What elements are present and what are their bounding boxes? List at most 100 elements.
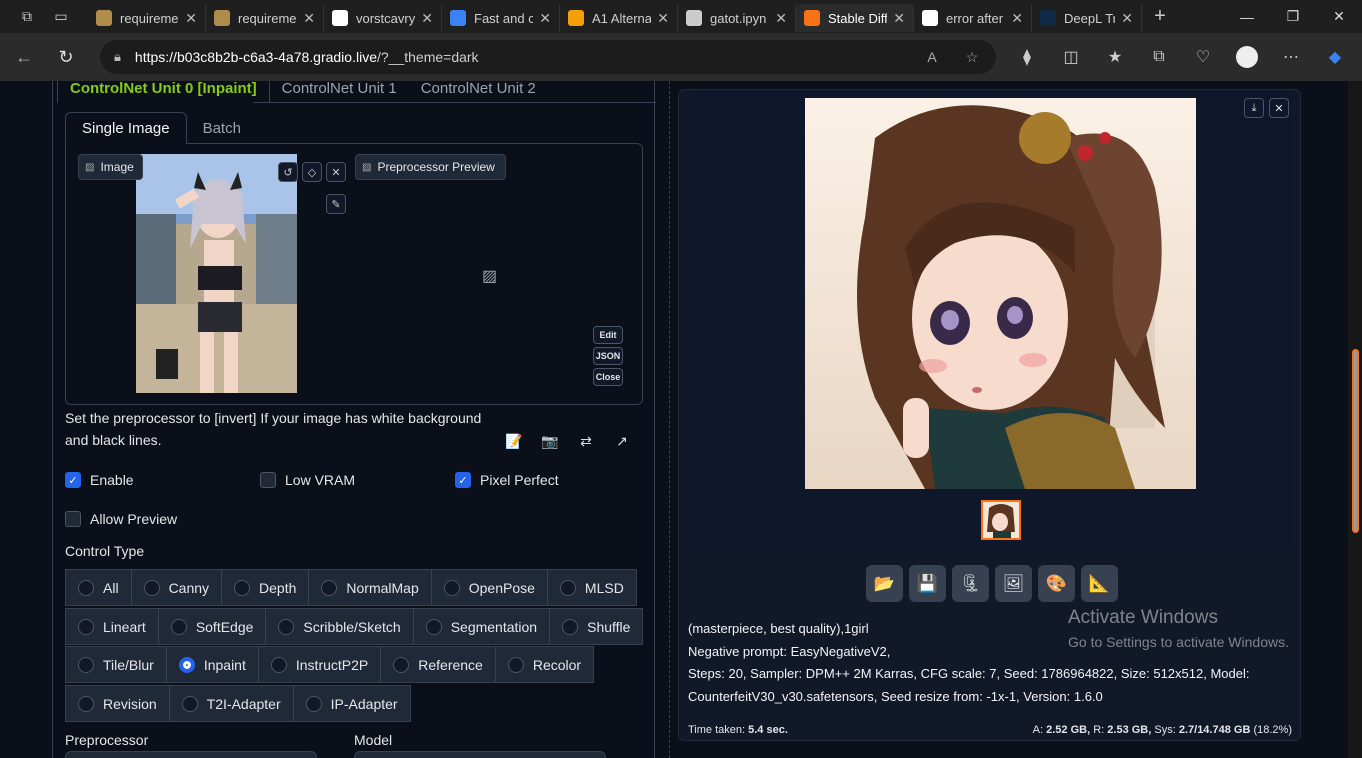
browser-tab[interactable]: vorstcavry ✕ xyxy=(324,4,442,32)
undo-button[interactable]: ↺ xyxy=(278,162,298,182)
tab-actions-icon[interactable]: ▭ xyxy=(44,3,78,31)
save-button[interactable]: 💾 xyxy=(909,565,946,602)
edit-button[interactable]: Edit xyxy=(593,326,623,344)
generated-image[interactable] xyxy=(805,98,1196,489)
radio-dot[interactable] xyxy=(78,695,94,712)
control-type-option[interactable]: SoftEdge xyxy=(157,608,267,645)
collections-icon[interactable]: ⧉ xyxy=(1140,40,1178,74)
low-vram-checkbox-box[interactable] xyxy=(260,472,276,488)
copilot-icon[interactable]: ◆ xyxy=(1316,40,1354,74)
close-tab-icon[interactable]: ✕ xyxy=(1121,10,1133,27)
browser-tab[interactable]: A1 Alterna ✕ xyxy=(560,4,678,32)
back-icon[interactable]: ← xyxy=(6,39,42,75)
lock-icon[interactable]: 🔒︎ xyxy=(114,49,121,65)
tab-controlnet-unit-1[interactable]: ControlNet Unit 1 xyxy=(270,81,409,103)
radio-dot[interactable] xyxy=(507,656,524,673)
radio-dot[interactable] xyxy=(143,579,160,596)
low-vram-checkbox[interactable]: Low VRAM xyxy=(260,472,355,488)
close-tab-icon[interactable]: ✕ xyxy=(657,10,669,27)
browser-tab[interactable]: error after ✕ xyxy=(914,4,1032,32)
allow-preview-checkbox-box[interactable] xyxy=(65,511,81,527)
extensions-icon[interactable]: ⧫ xyxy=(1008,40,1046,74)
allow-preview-checkbox[interactable]: Allow Preview xyxy=(65,511,177,527)
send-dimensions-icon[interactable]: ↗ xyxy=(611,430,633,452)
control-type-option[interactable]: Lineart xyxy=(65,608,159,645)
radio-dot[interactable] xyxy=(443,579,460,596)
browser-tab[interactable]: DeepL Tra ✕ xyxy=(1032,4,1142,32)
radio-dot[interactable] xyxy=(170,618,187,635)
browser-tab[interactable]: Fast and c ✕ xyxy=(442,4,560,32)
profile-avatar[interactable] xyxy=(1228,40,1266,74)
enable-checkbox-box[interactable]: ✓ xyxy=(65,472,81,488)
send-to-inpaint-button[interactable]: 🎨 xyxy=(1038,565,1075,602)
close-tab-icon[interactable]: ✕ xyxy=(893,10,905,27)
control-type-option[interactable]: Shuffle xyxy=(549,608,644,645)
workspaces-icon[interactable]: ⧉ xyxy=(10,3,44,31)
radio-dot[interactable] xyxy=(278,618,295,635)
control-type-option[interactable]: T2I-Adapter xyxy=(168,685,294,722)
browser-tab[interactable]: requireme ✕ xyxy=(206,4,324,32)
open-folder-button[interactable]: 📂 xyxy=(866,565,903,602)
radio-dot[interactable] xyxy=(78,579,94,596)
enable-checkbox[interactable]: ✓ Enable xyxy=(65,472,134,488)
control-type-option[interactable]: Segmentation xyxy=(412,608,551,645)
close-gallery-icon[interactable]: ✕ xyxy=(1269,98,1289,118)
control-type-option[interactable]: Reference xyxy=(380,646,496,683)
control-type-option[interactable]: OpenPose xyxy=(430,569,548,606)
radio-dot[interactable] xyxy=(559,579,576,596)
radio-dot[interactable] xyxy=(178,656,195,673)
refresh-icon[interactable]: ↻ xyxy=(48,39,84,75)
control-type-option[interactable]: Revision xyxy=(65,685,170,722)
tab-controlnet-unit-2[interactable]: ControlNet Unit 2 xyxy=(409,81,548,103)
model-dropdown[interactable] xyxy=(354,751,606,758)
close-tab-icon[interactable]: ✕ xyxy=(539,10,551,27)
gallery-thumbnail[interactable] xyxy=(981,500,1021,540)
minimize-icon[interactable]: — xyxy=(1224,0,1270,33)
control-type-option[interactable]: Recolor xyxy=(494,646,595,683)
control-type-option[interactable]: InstructP2P xyxy=(257,646,382,683)
pixel-perfect-checkbox-box[interactable]: ✓ xyxy=(455,472,471,488)
json-button[interactable]: JSON xyxy=(593,347,623,365)
camera-icon[interactable]: 📷 xyxy=(539,430,561,452)
close-tab-icon[interactable]: ✕ xyxy=(775,10,787,27)
input-image[interactable] xyxy=(136,154,297,393)
send-to-extras-button[interactable]: 📐 xyxy=(1081,565,1118,602)
more-menu-icon[interactable]: ⋯ xyxy=(1272,40,1310,74)
control-type-option[interactable]: NormalMap xyxy=(308,569,432,606)
radio-dot[interactable] xyxy=(393,656,410,673)
close-tab-icon[interactable]: ✕ xyxy=(185,10,197,27)
radio-dot[interactable] xyxy=(305,695,322,712)
radio-dot[interactable] xyxy=(562,618,579,635)
zip-button[interactable]: 🗜 xyxy=(952,565,989,602)
radio-dot[interactable] xyxy=(78,656,94,673)
control-type-option[interactable]: Scribble/Sketch xyxy=(265,608,414,645)
brush-button[interactable]: ✎ xyxy=(326,194,346,214)
close-button[interactable]: Close xyxy=(593,368,623,386)
control-type-option[interactable]: Depth xyxy=(221,569,310,606)
close-tab-icon[interactable]: ✕ xyxy=(1011,10,1023,27)
clear-image-button[interactable]: ✕ xyxy=(326,162,346,182)
close-window-icon[interactable]: ✕ xyxy=(1316,0,1362,33)
download-icon[interactable]: ⤓ xyxy=(1244,98,1264,118)
scrollbar-thumb[interactable] xyxy=(1352,349,1359,533)
pixel-perfect-checkbox[interactable]: ✓ Pixel Perfect xyxy=(455,472,559,488)
preprocessor-dropdown[interactable] xyxy=(65,751,317,758)
tab-single-image[interactable]: Single Image xyxy=(65,112,187,144)
tab-batch[interactable]: Batch xyxy=(187,112,257,144)
control-type-option[interactable]: Canny xyxy=(130,569,223,606)
control-type-option[interactable]: MLSD xyxy=(546,569,637,606)
radio-dot[interactable] xyxy=(425,618,442,635)
close-tab-icon[interactable]: ✕ xyxy=(303,10,315,27)
favorites-icon[interactable]: ★ xyxy=(1096,40,1134,74)
memo-icon[interactable]: 📝 xyxy=(503,430,525,452)
control-type-option[interactable]: All xyxy=(65,569,132,606)
eraser-button[interactable]: ◇ xyxy=(302,162,322,182)
split-screen-icon[interactable]: ◫ xyxy=(1052,40,1090,74)
radio-dot[interactable] xyxy=(321,579,338,596)
radio-dot[interactable] xyxy=(181,695,198,712)
favorite-star-icon[interactable]: ☆ xyxy=(956,40,988,74)
url-field[interactable]: 🔒︎ https://b03c8b2b-c6a3-4a78.gradio.liv… xyxy=(100,40,996,74)
restore-icon[interactable]: ❐ xyxy=(1270,0,1316,33)
health-icon[interactable]: ♡ xyxy=(1184,40,1222,74)
send-to-img2img-button[interactable]: 🖼 xyxy=(995,565,1032,602)
